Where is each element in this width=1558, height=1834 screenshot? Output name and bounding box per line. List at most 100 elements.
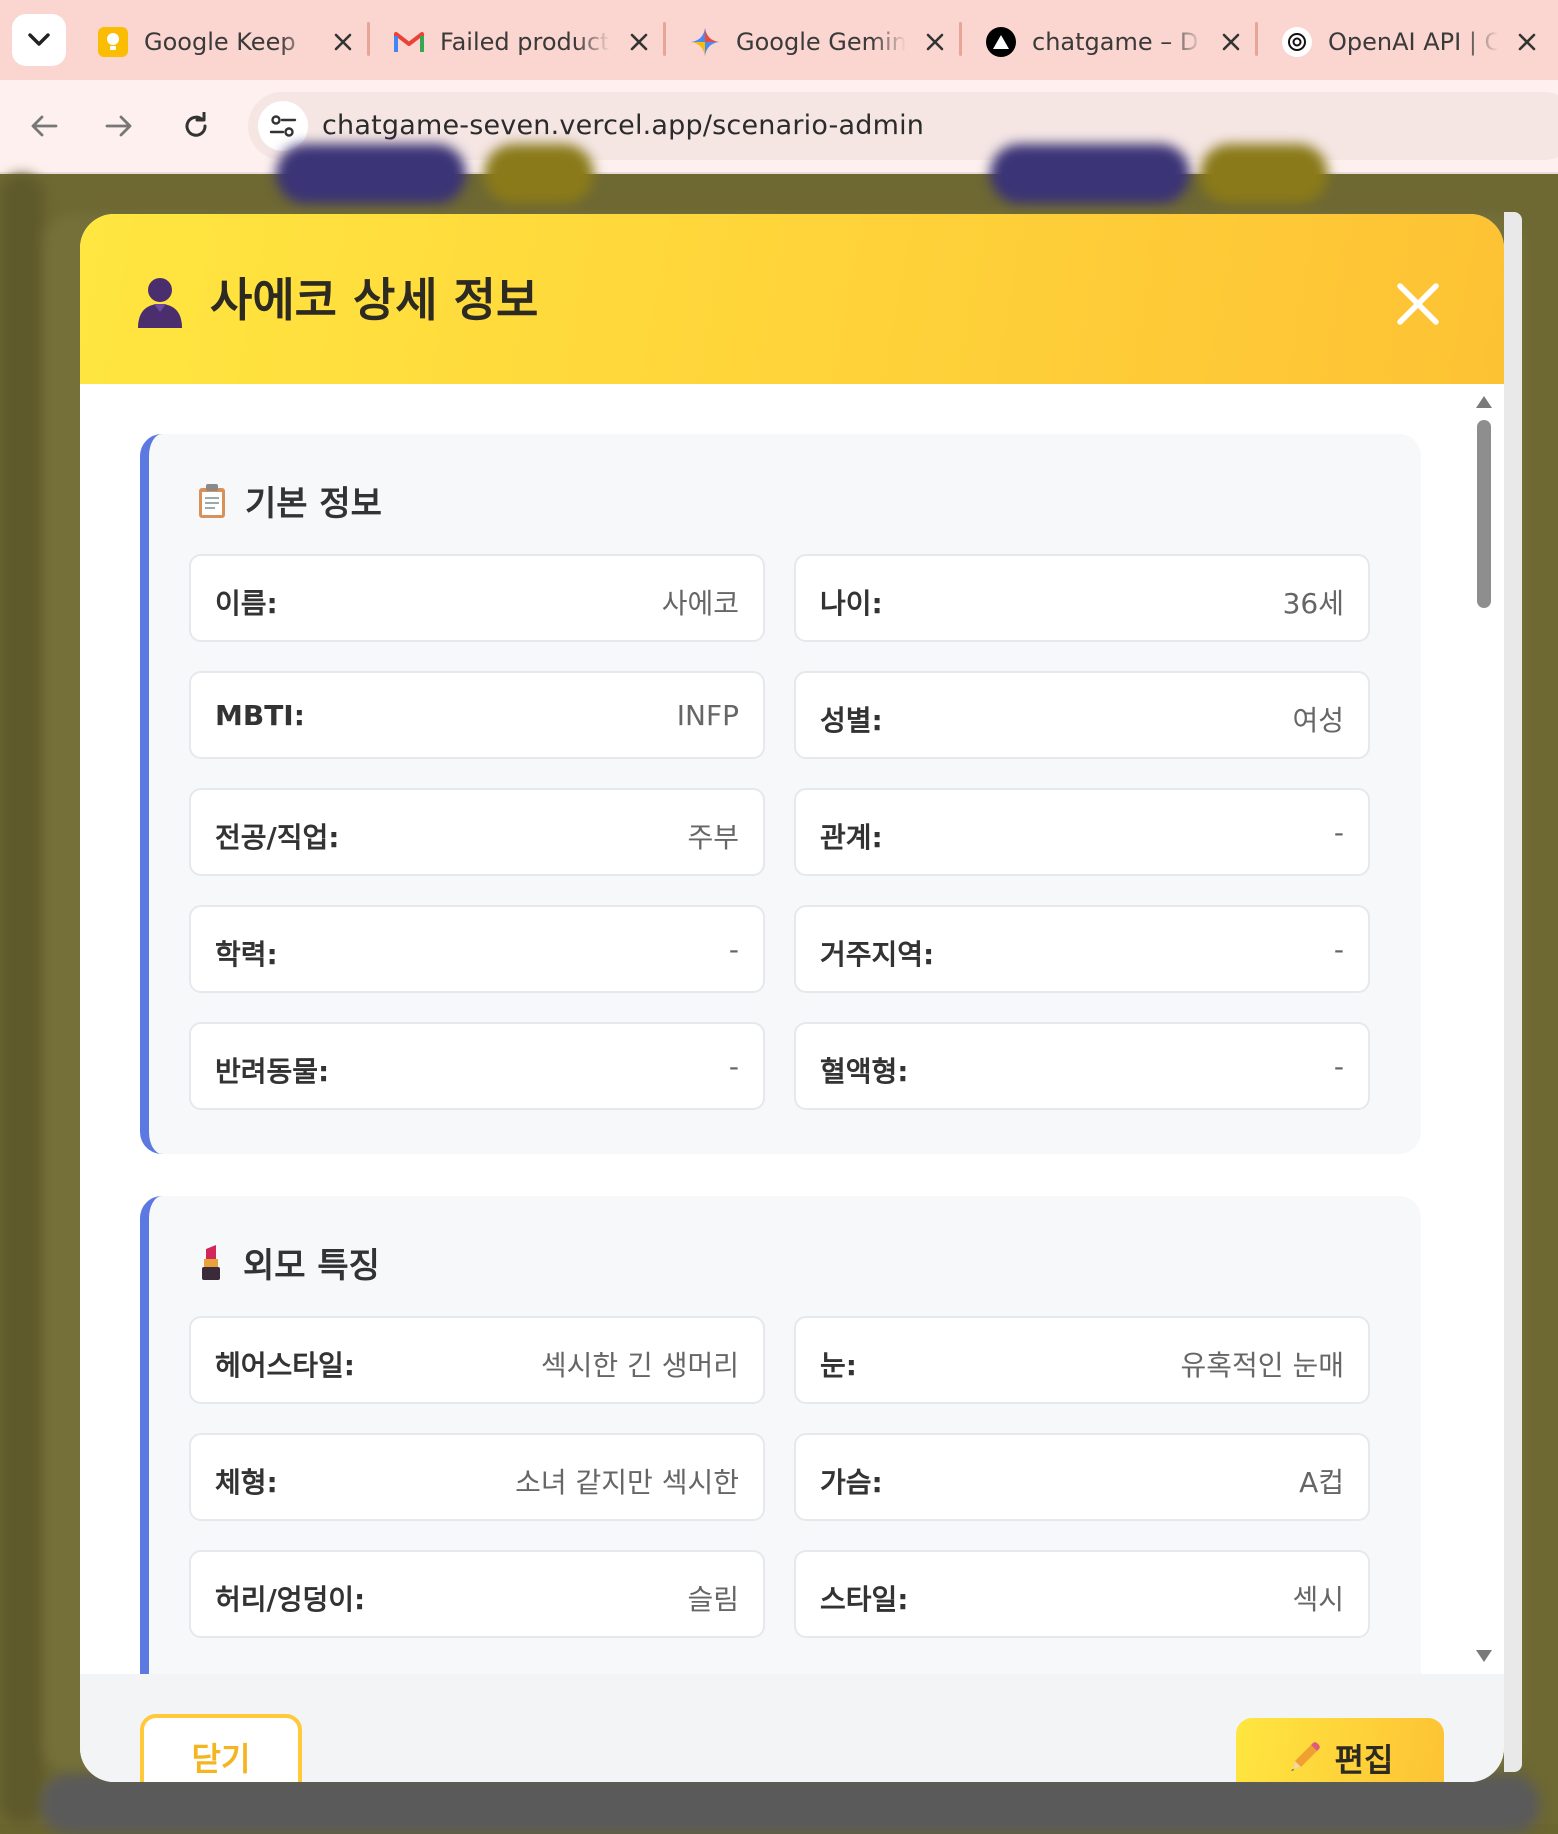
backdrop-shape xyxy=(40,1774,1540,1834)
modal-scrollbar[interactable] xyxy=(1472,384,1496,1674)
edit-button[interactable]: 편집 xyxy=(1236,1718,1444,1782)
field-blood-type: 혈액형: - xyxy=(794,1022,1370,1110)
url-text[interactable]: chatgame-seven.vercel.app/scenario-admin xyxy=(322,110,924,141)
tab-strip: Google Keep Failed product Google Gemini… xyxy=(0,0,1558,80)
tab-separator xyxy=(1255,22,1258,56)
tab-title: chatgame – D xyxy=(1032,28,1199,56)
vercel-icon xyxy=(986,27,1016,57)
field-pet: 반려동물: - xyxy=(189,1022,765,1110)
tune-icon xyxy=(269,115,297,137)
field-label: 스타일: xyxy=(820,1583,909,1616)
field-eyes: 눈: 유혹적인 눈매 xyxy=(794,1316,1370,1404)
field-value: 유혹적인 눈매 xyxy=(1180,1349,1344,1382)
arrow-left-icon xyxy=(31,115,58,137)
tab-gmail[interactable]: Failed product xyxy=(380,12,676,72)
tab-separator xyxy=(663,22,666,56)
lipstick-icon xyxy=(202,1244,220,1280)
arrow-right-icon xyxy=(105,115,132,137)
tab-title: Google Keep xyxy=(144,28,296,56)
scroll-down-arrow-icon[interactable] xyxy=(1476,1650,1492,1662)
keep-icon xyxy=(98,27,128,57)
tab-search-button[interactable] xyxy=(12,14,66,66)
field-value: - xyxy=(728,1050,739,1083)
modal-body[interactable]: 기본 정보 이름: 사에코 나이: 36세 MBTI: INFP 성별: 여성 … xyxy=(80,384,1504,1674)
field-label: 헤어스타일: xyxy=(215,1349,355,1382)
field-label: 관계: xyxy=(820,821,883,854)
field-label: 이름: xyxy=(215,587,278,620)
field-value: - xyxy=(728,933,739,966)
tab-title: Failed product xyxy=(440,28,610,56)
close-icon[interactable] xyxy=(624,27,654,57)
modal-header: 사에코 상세 정보 xyxy=(80,214,1504,384)
chevron-down-icon xyxy=(28,33,50,46)
backdrop-shape xyxy=(484,144,594,204)
tab-title: OpenAI API | C xyxy=(1328,28,1498,56)
person-icon xyxy=(138,278,182,328)
section-title: 외모 특징 xyxy=(243,1246,380,1286)
field-label: 학력: xyxy=(215,938,278,971)
field-label: 성별: xyxy=(820,704,883,737)
field-label: 허리/엉덩이: xyxy=(215,1583,366,1616)
scroll-up-arrow-icon[interactable] xyxy=(1476,396,1492,408)
field-label: 체형: xyxy=(215,1466,278,1499)
field-label: 나이: xyxy=(820,587,883,620)
field-occupation: 전공/직업: 주부 xyxy=(189,788,765,876)
section-header: 기본 정보 xyxy=(197,476,382,525)
tab-separator xyxy=(367,22,370,56)
field-value: A컵 xyxy=(1299,1466,1344,1499)
close-icon[interactable] xyxy=(1216,27,1246,57)
tab-openai-api[interactable]: OpenAI API | C xyxy=(1268,12,1558,72)
field-education: 학력: - xyxy=(189,905,765,993)
back-button[interactable] xyxy=(22,104,66,148)
gmail-icon xyxy=(394,27,424,57)
field-value: 섹시한 긴 생머리 xyxy=(540,1349,739,1382)
backdrop-shape xyxy=(1200,144,1328,204)
field-relationship: 관계: - xyxy=(794,788,1370,876)
modal-title: 사에코 상세 정보 xyxy=(210,273,539,327)
field-residence: 거주지역: - xyxy=(794,905,1370,993)
tab-google-keep[interactable]: Google Keep xyxy=(84,12,380,72)
field-mbti: MBTI: INFP xyxy=(189,671,765,759)
close-icon[interactable] xyxy=(920,27,950,57)
forward-button[interactable] xyxy=(97,104,141,148)
field-value: - xyxy=(1333,933,1344,966)
field-label: 눈: xyxy=(820,1349,857,1382)
field-hairstyle: 헤어스타일: 섹시한 긴 생머리 xyxy=(189,1316,765,1404)
close-button[interactable]: 닫기 xyxy=(140,1714,302,1782)
field-label: 혈액형: xyxy=(820,1055,909,1088)
field-label: MBTI: xyxy=(215,699,305,732)
close-icon[interactable] xyxy=(1394,280,1442,328)
field-value: 섹시 xyxy=(1292,1583,1344,1616)
section-header: 외모 특징 xyxy=(197,1238,380,1287)
field-label: 가슴: xyxy=(820,1466,883,1499)
field-value: 주부 xyxy=(687,821,739,854)
backdrop-shape xyxy=(0,174,44,1824)
section-title: 기본 정보 xyxy=(245,484,382,524)
scrollbar-thumb[interactable] xyxy=(1477,420,1491,608)
backdrop-shape xyxy=(990,144,1190,204)
field-value: - xyxy=(1333,1050,1344,1083)
section-basic-info: 기본 정보 이름: 사에코 나이: 36세 MBTI: INFP 성별: 여성 … xyxy=(140,434,1421,1154)
field-name: 이름: 사에코 xyxy=(189,554,765,642)
field-label: 전공/직업: xyxy=(215,821,340,854)
field-value: INFP xyxy=(676,699,739,732)
reload-button[interactable] xyxy=(174,104,218,148)
tab-chatgame-vercel[interactable]: chatgame – D xyxy=(972,12,1268,72)
field-value: 소녀 같지만 섹시한 xyxy=(515,1466,739,1499)
tab-separator xyxy=(959,22,962,56)
modal-edge xyxy=(1504,212,1522,1772)
modal-footer: 닫기 편집 xyxy=(80,1674,1504,1782)
backdrop-shape xyxy=(276,144,466,204)
close-icon[interactable] xyxy=(1512,27,1542,57)
tab-google-gemini[interactable]: Google Gemini xyxy=(676,12,972,72)
clipboard-icon xyxy=(199,483,225,518)
character-detail-modal: 사에코 상세 정보 기본 정보 이름: 사에코 나이: 36세 MBTI: IN… xyxy=(80,214,1504,1782)
close-icon[interactable] xyxy=(328,27,358,57)
tab-title: Google Gemini xyxy=(736,28,906,56)
pencil-icon xyxy=(1290,1742,1320,1771)
gemini-icon xyxy=(690,27,720,57)
reload-icon xyxy=(185,112,207,137)
openai-icon xyxy=(1282,27,1312,57)
edit-button-label: 편집 xyxy=(1334,1741,1394,1779)
section-appearance: 외모 특징 헤어스타일: 섹시한 긴 생머리 눈: 유혹적인 눈매 체형: 소녀… xyxy=(140,1196,1421,1674)
